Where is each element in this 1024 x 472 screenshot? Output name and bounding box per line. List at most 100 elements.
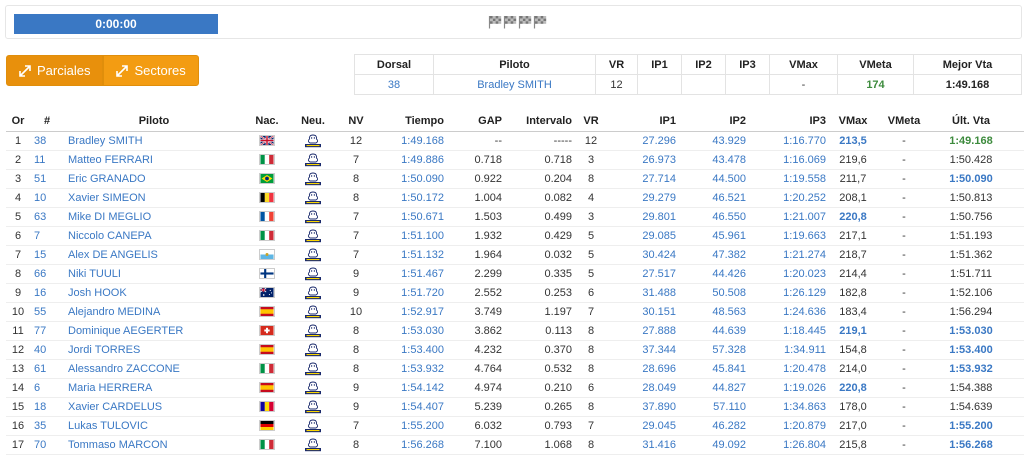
rider-name-link[interactable]: Alejandro MEDINA bbox=[64, 302, 244, 322]
parciales-button[interactable]: Parciales bbox=[6, 55, 104, 86]
rider-number-link[interactable]: 77 bbox=[30, 321, 64, 341]
column-header[interactable]: Intervalo bbox=[506, 112, 576, 132]
rider-name-link[interactable]: Eric GRANADO bbox=[64, 169, 244, 189]
table-row[interactable]: 12 40 Jordi TORRES 8 1:53.400 4.232 0.370 8 37.… bbox=[6, 340, 1024, 360]
home-button[interactable] bbox=[1010, 207, 1024, 227]
tire-cell bbox=[290, 302, 336, 322]
rider-name-link[interactable]: Xavier CARDELUS bbox=[64, 397, 244, 417]
vmeta-cell: - bbox=[876, 226, 932, 246]
table-row[interactable]: 10 55 Alejandro MEDINA 10 1:52.917 3.749 1.19… bbox=[6, 302, 1024, 322]
ip2-cell: 48.563 bbox=[680, 302, 750, 322]
table-row[interactable]: 5 63 Mike DI MEGLIO 7 1:50.671 1.503 0.499 3 29… bbox=[6, 207, 1024, 227]
rider-number-link[interactable]: 61 bbox=[30, 359, 64, 379]
home-button[interactable] bbox=[1010, 359, 1024, 379]
table-row[interactable]: 8 66 Niki TUULI 9 1:51.467 2.299 0.335 5 27.517… bbox=[6, 264, 1024, 284]
home-button[interactable] bbox=[1010, 264, 1024, 284]
home-button[interactable] bbox=[1010, 435, 1024, 455]
rider-number-link[interactable]: 11 bbox=[30, 150, 64, 170]
rider-name-link[interactable]: Josh HOOK bbox=[64, 283, 244, 303]
rider-number-link[interactable]: 70 bbox=[30, 435, 64, 455]
rider-name-link[interactable]: Maria HERRERA bbox=[64, 378, 244, 398]
rider-number-link[interactable]: 35 bbox=[30, 416, 64, 436]
column-header[interactable]: VMax bbox=[830, 112, 876, 132]
last-lap-cell: 1:50.090 bbox=[932, 169, 1010, 189]
column-header[interactable]: Nac. bbox=[244, 112, 290, 132]
home-button[interactable] bbox=[1010, 283, 1024, 303]
rider-number-link[interactable]: 66 bbox=[30, 264, 64, 284]
rider-name-link[interactable]: Matteo FERRARI bbox=[64, 150, 244, 170]
rider-number-link[interactable]: 18 bbox=[30, 397, 64, 417]
column-header[interactable]: Tiempo bbox=[376, 112, 448, 132]
column-header[interactable]: VR bbox=[576, 112, 606, 132]
summary-piloto[interactable]: Bradley SMITH bbox=[433, 74, 596, 95]
rider-name-link[interactable]: Xavier SIMEON bbox=[64, 188, 244, 208]
rider-name-link[interactable]: Alex DE ANGELIS bbox=[64, 245, 244, 265]
column-header[interactable]: # bbox=[30, 112, 64, 132]
table-row[interactable]: 17 70 Tommaso MARCON 8 1:56.268 7.100 1.068 8 3… bbox=[6, 435, 1024, 455]
rider-name-link[interactable]: Niki TUULI bbox=[64, 264, 244, 284]
table-row[interactable]: 2 11 Matteo FERRARI 7 1:49.886 0.718 0.718 3 26… bbox=[6, 150, 1024, 170]
home-button[interactable] bbox=[1010, 226, 1024, 246]
ip3-cell: 1:19.558 bbox=[750, 169, 830, 189]
rider-name-link[interactable]: Bradley SMITH bbox=[64, 131, 244, 151]
table-row[interactable]: 6 7 Niccolo CANEPA 7 1:51.100 1.932 0.429 5 29.… bbox=[6, 226, 1024, 246]
last-lap-cell: 1:50.428 bbox=[932, 150, 1010, 170]
rider-name-link[interactable]: Alessandro ZACCONE bbox=[64, 359, 244, 379]
rider-name-link[interactable]: Jordi TORRES bbox=[64, 340, 244, 360]
rider-name-link[interactable]: Mike DI MEGLIO bbox=[64, 207, 244, 227]
rider-number-link[interactable]: 38 bbox=[30, 131, 64, 151]
gap-cell: 0.922 bbox=[448, 169, 506, 189]
rider-number-link[interactable]: 15 bbox=[30, 245, 64, 265]
home-button[interactable] bbox=[1010, 416, 1024, 436]
table-row[interactable]: 16 35 Lukas TULOVIC 7 1:55.200 6.032 0.793 7 29… bbox=[6, 416, 1024, 436]
rider-number-link[interactable]: 40 bbox=[30, 340, 64, 360]
column-header[interactable]: IP2 bbox=[680, 112, 750, 132]
home-button[interactable] bbox=[1010, 131, 1024, 151]
table-row[interactable]: 7 15 Alex DE ANGELIS 7 1:51.132 1.964 0.032 5 3… bbox=[6, 245, 1024, 265]
summary-dorsal[interactable]: 38 bbox=[354, 74, 434, 95]
last-lap-cell: 1:49.168 bbox=[932, 131, 1010, 151]
rider-number-link[interactable]: 16 bbox=[30, 283, 64, 303]
rider-number-link[interactable]: 10 bbox=[30, 188, 64, 208]
table-row[interactable]: 3 51 Eric GRANADO 8 1:50.090 0.922 0.204 8 27.7… bbox=[6, 169, 1024, 189]
column-header[interactable]: Piloto bbox=[64, 112, 244, 132]
table-row[interactable]: 9 16 Josh HOOK 9 1:51.720 2.552 0.253 6 31.488 5… bbox=[6, 283, 1024, 303]
table-row[interactable]: 15 18 Xavier CARDELUS 9 1:54.407 5.239 0.265 8… bbox=[6, 397, 1024, 417]
rider-name-link[interactable]: Niccolo CANEPA bbox=[64, 226, 244, 246]
table-row[interactable]: 13 61 Alessandro ZACCONE 8 1:53.932 4.764 0.5… bbox=[6, 359, 1024, 379]
table-row[interactable]: 1 38 Bradley SMITH 12 1:49.168 -- ----- 12 27.2… bbox=[6, 131, 1024, 151]
home-button[interactable] bbox=[1010, 188, 1024, 208]
home-button[interactable] bbox=[1010, 302, 1024, 322]
rider-name-link[interactable]: Dominique AEGERTER bbox=[64, 321, 244, 341]
home-button[interactable] bbox=[1010, 321, 1024, 341]
table-row[interactable]: 14 6 Maria HERRERA 9 1:54.142 4.974 0.210 6 28.… bbox=[6, 378, 1024, 398]
rider-number-link[interactable]: 63 bbox=[30, 207, 64, 227]
time-cell: 1:51.467 bbox=[376, 264, 448, 284]
home-button[interactable] bbox=[1010, 245, 1024, 265]
home-button[interactable] bbox=[1010, 397, 1024, 417]
column-header[interactable]: IP1 bbox=[606, 112, 680, 132]
home-button[interactable] bbox=[1010, 150, 1024, 170]
table-row[interactable]: 11 77 Dominique AEGERTER 8 1:53.030 3.862 0.1… bbox=[6, 321, 1024, 341]
home-button[interactable] bbox=[1010, 340, 1024, 360]
home-button[interactable] bbox=[1010, 378, 1024, 398]
column-header[interactable]: Últ. Vta bbox=[932, 112, 1010, 132]
rider-number-link[interactable]: 55 bbox=[30, 302, 64, 322]
rider-name-link[interactable]: Lukas TULOVIC bbox=[64, 416, 244, 436]
position-cell: 15 bbox=[6, 397, 30, 417]
sectores-button[interactable]: Sectores bbox=[103, 55, 199, 86]
column-header[interactable]: NV bbox=[336, 112, 376, 132]
rider-number-link[interactable]: 7 bbox=[30, 226, 64, 246]
column-header[interactable]: IP3 bbox=[750, 112, 830, 132]
rider-name-link[interactable]: Tommaso MARCON bbox=[64, 435, 244, 455]
column-header[interactable]: Neu. bbox=[290, 112, 336, 132]
table-row[interactable]: 4 10 Xavier SIMEON 8 1:50.172 1.004 0.082 4 29.… bbox=[6, 188, 1024, 208]
tire-cell bbox=[290, 131, 336, 151]
column-header[interactable]: GAP bbox=[448, 112, 506, 132]
rider-number-link[interactable]: 51 bbox=[30, 169, 64, 189]
interval-cell: 0.429 bbox=[506, 226, 576, 246]
column-header[interactable]: Or bbox=[6, 112, 30, 132]
column-header[interactable]: VMeta bbox=[876, 112, 932, 132]
rider-number-link[interactable]: 6 bbox=[30, 378, 64, 398]
home-button[interactable] bbox=[1010, 169, 1024, 189]
